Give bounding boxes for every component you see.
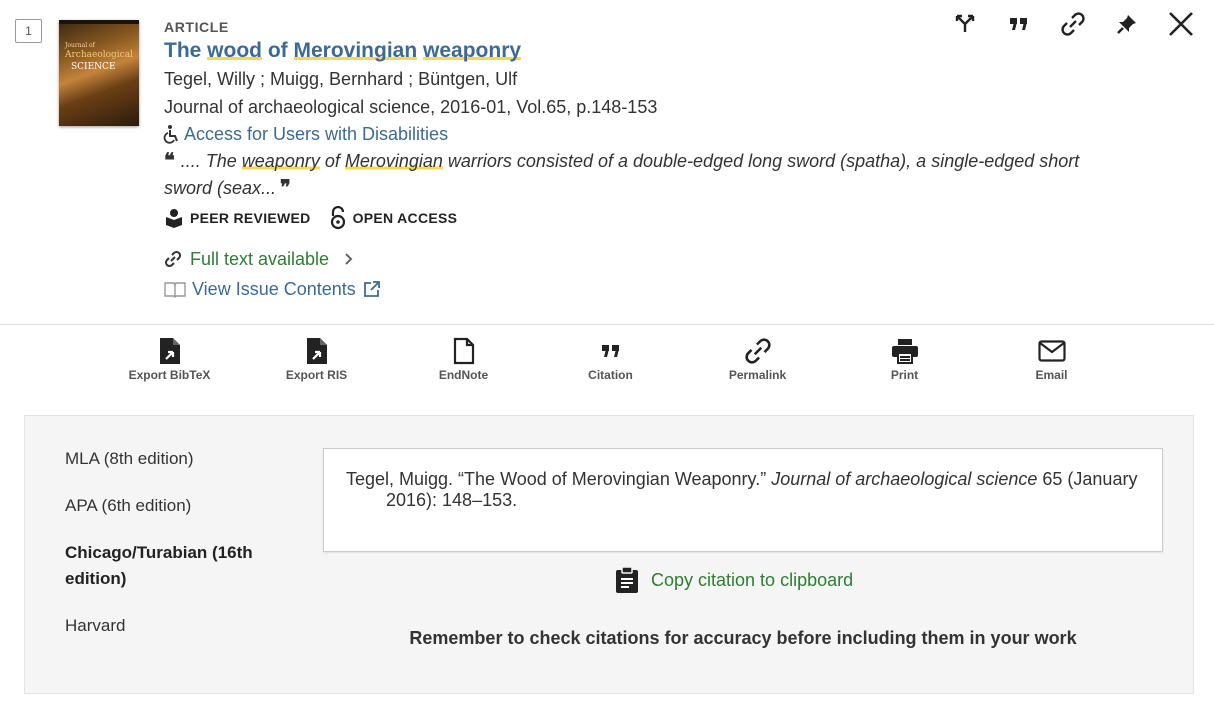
branch-button[interactable] <box>938 10 992 38</box>
print-button[interactable]: Print <box>831 336 978 382</box>
citation-journal: Journal of archaeological science <box>771 469 1038 489</box>
peer-reviewed-label: PEER REVIEWED <box>190 210 311 226</box>
view-issue-contents-label: View Issue Contents <box>192 278 356 299</box>
close-button[interactable] <box>1154 10 1208 38</box>
quote-icon <box>601 345 619 357</box>
cover-text-line2: Archaeological <box>65 50 133 60</box>
permalink-button[interactable] <box>1046 10 1100 38</box>
title-highlight: weaponry <box>423 39 522 62</box>
accessibility-link[interactable]: Access for Users with Disabilities <box>162 121 1124 147</box>
branch-icon <box>955 14 975 32</box>
link-icon <box>744 338 771 364</box>
title-part: of <box>262 39 294 62</box>
record-source: Journal of archaeological science, 2016-… <box>164 97 658 117</box>
print-label: Print <box>890 368 919 382</box>
snippet-highlight: weaponry <box>241 151 320 171</box>
record-snippet: ❝.... The weaponry of Merovingian warrio… <box>164 147 1124 201</box>
email-icon <box>1037 340 1066 362</box>
citation-style-mla[interactable]: MLA (8th edition) <box>65 446 285 472</box>
export-bibtex-button[interactable]: Export BibTeX <box>96 336 243 382</box>
external-link-icon <box>363 281 380 297</box>
snippet-highlight: Merovingian <box>344 151 443 171</box>
title-highlight: wood <box>207 39 262 62</box>
permalink-tool-button[interactable]: Permalink <box>684 336 831 382</box>
citation-style-apa[interactable]: APA (6th edition) <box>65 493 285 519</box>
record-metadata: ARTICLE The wood of Merovingian weaponry… <box>162 17 1124 304</box>
close-icon <box>1169 12 1193 36</box>
endnote-label: EndNote <box>438 368 489 382</box>
copy-citation-button[interactable]: Copy citation to clipboard <box>615 566 853 594</box>
citation-panel: MLA (8th edition) APA (6th edition) Chic… <box>24 415 1194 694</box>
peer-reviewed-badge: PEER REVIEWED <box>164 208 311 228</box>
cover-text-line1: Journal of <box>65 42 95 49</box>
journal-cover-thumbnail[interactable]: Journal of Archaeological SCIENCE <box>59 20 139 126</box>
accessibility-link-label: Access for Users with Disabilities <box>184 124 449 144</box>
print-icon <box>891 339 918 364</box>
full-text-label: Full text available <box>190 248 330 269</box>
endnote-button[interactable]: EndNote <box>390 336 537 382</box>
export-ris-label: Export RIS <box>285 368 348 382</box>
quote-close-icon: ❞ <box>280 175 291 199</box>
snippet-part: of <box>319 151 345 171</box>
pin-icon <box>1117 15 1136 34</box>
title-part: The <box>164 39 208 62</box>
export-file-icon <box>159 338 180 364</box>
record-actions <box>938 10 1208 38</box>
full-text-link[interactable]: Full text available <box>164 244 1124 274</box>
record-badges: PEER REVIEWED OPEN ACCESS <box>164 204 1124 232</box>
record-title-link[interactable]: The wood of Merovingian weaponry <box>164 37 1124 65</box>
email-label: Email <box>1035 368 1068 382</box>
record-authors: Tegel, Willy ; Muigg, Bernhard ; Büntgen… <box>164 69 518 89</box>
quote-icon <box>1010 18 1027 30</box>
record-number: 1 <box>15 19 42 43</box>
open-access-badge: OPEN ACCESS <box>329 206 458 230</box>
export-bibtex-label: Export BibTeX <box>128 368 211 382</box>
citation-text: Tegel, Muigg. “The Wood of Merovingian W… <box>346 469 1140 511</box>
open-access-icon <box>330 206 345 230</box>
cite-button[interactable] <box>992 10 1046 38</box>
open-access-label: OPEN ACCESS <box>352 210 458 226</box>
citation-style-list: MLA (8th edition) APA (6th edition) Chic… <box>65 446 285 660</box>
send-to-toolbar: Export BibTeX Export RIS EndNote Citatio… <box>96 336 1125 382</box>
link-icon <box>1061 12 1085 36</box>
link-icon <box>164 250 182 268</box>
citation-accuracy-reminder: Remember to check citations for accuracy… <box>409 628 1077 648</box>
quote-open-icon: ❝ <box>164 148 175 172</box>
copy-citation-label: Copy citation to clipboard <box>651 569 854 590</box>
citation-button[interactable]: Citation <box>537 336 684 382</box>
cover-stripe <box>59 20 139 24</box>
citation-text-box[interactable]: Tegel, Muigg. “The Wood of Merovingian W… <box>323 448 1163 552</box>
section-divider <box>0 324 1214 325</box>
export-ris-button[interactable]: Export RIS <box>243 336 390 382</box>
citation-style-chicago[interactable]: Chicago/Turabian (16th edition) <box>65 540 285 592</box>
export-file-icon <box>306 338 327 364</box>
citation-text-part: Tegel, Muigg. “The Wood of Merovingian W… <box>346 469 772 489</box>
email-button[interactable]: Email <box>978 336 1125 382</box>
file-icon <box>453 337 474 365</box>
snippet-part: .... The <box>180 151 242 171</box>
view-issue-contents-link[interactable]: View Issue Contents <box>164 274 1124 304</box>
wheelchair-icon <box>163 125 178 144</box>
cover-text-line3: SCIENCE <box>71 62 116 72</box>
peer-reviewed-icon <box>166 209 182 228</box>
citation-style-harvard[interactable]: Harvard <box>65 613 285 639</box>
clipboard-icon <box>616 566 638 593</box>
pin-button[interactable] <box>1100 10 1154 38</box>
citation-label: Citation <box>588 368 633 382</box>
book-icon <box>164 282 186 298</box>
chevron-right-icon <box>345 253 353 265</box>
title-highlight: Merovingian <box>293 39 418 62</box>
permalink-label: Permalink <box>728 368 787 382</box>
